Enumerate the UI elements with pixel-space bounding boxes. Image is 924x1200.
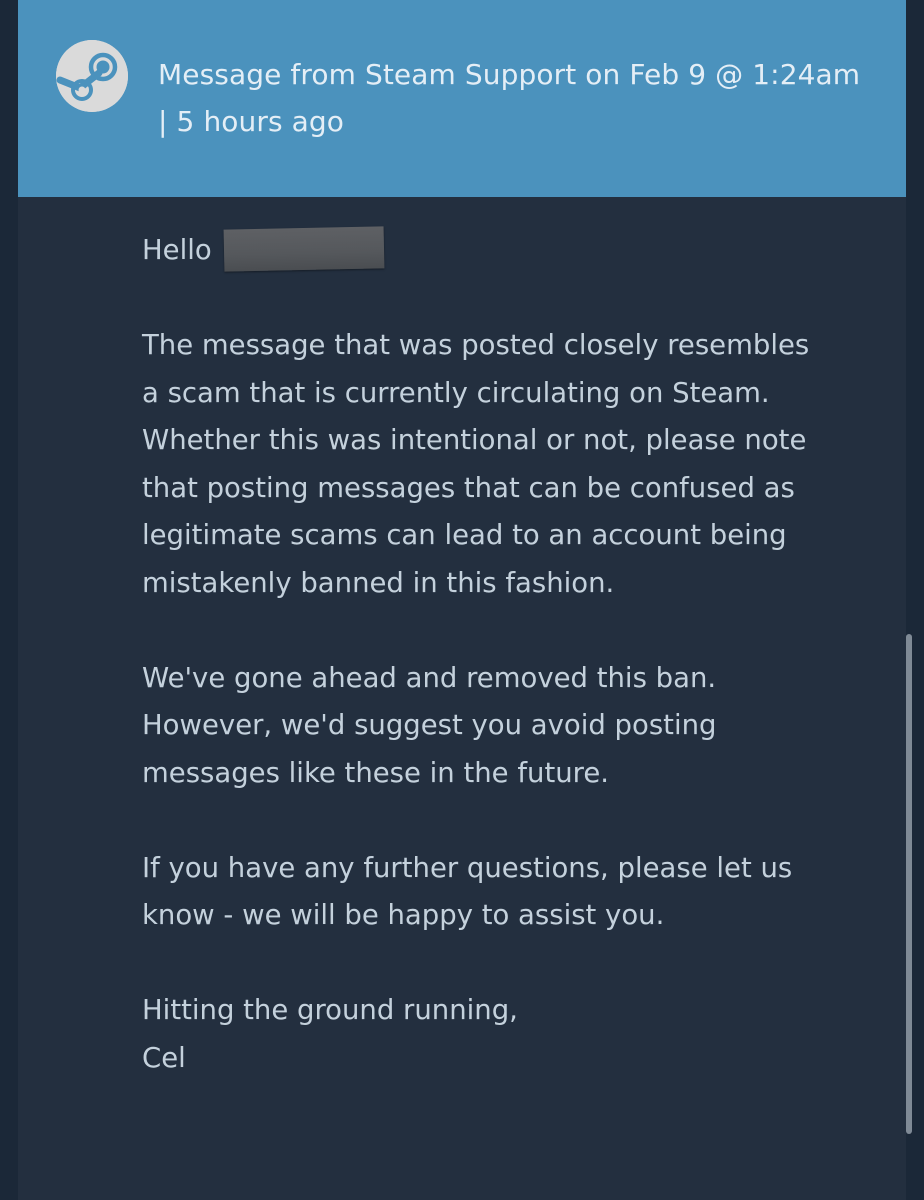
message-paragraph: We've gone ahead and removed this ban. H… — [142, 661, 717, 789]
message-title: Message from Steam Support on Feb 9 @ 1:… — [158, 58, 861, 91]
message-header-text: Message from Steam Support on Feb 9 @ 1:… — [158, 51, 888, 145]
message-paragraph: The message that was posted closely rese… — [142, 329, 810, 599]
message-paragraph: If you have any further questions, pleas… — [142, 851, 793, 932]
greeting-line: Hello — [142, 226, 832, 275]
scrollbar-thumb[interactable] — [906, 634, 912, 1134]
redacted-username — [224, 226, 385, 272]
message-header: Message from Steam Support on Feb 9 @ 1:… — [18, 0, 906, 197]
signoff-text: Hitting the ground running, — [142, 994, 518, 1026]
signoff: Hitting the ground running, Cel — [142, 987, 832, 1082]
page: Message from Steam Support on Feb 9 @ 1:… — [0, 0, 924, 1200]
message-body: Hello The message that was posted closel… — [142, 226, 832, 1082]
greeting-text: Hello — [142, 234, 212, 266]
message-timestamp: | 5 hours ago — [158, 105, 345, 138]
signature: Cel — [142, 1041, 186, 1074]
page-margin-left — [0, 0, 18, 1200]
steam-logo-icon — [56, 40, 128, 112]
